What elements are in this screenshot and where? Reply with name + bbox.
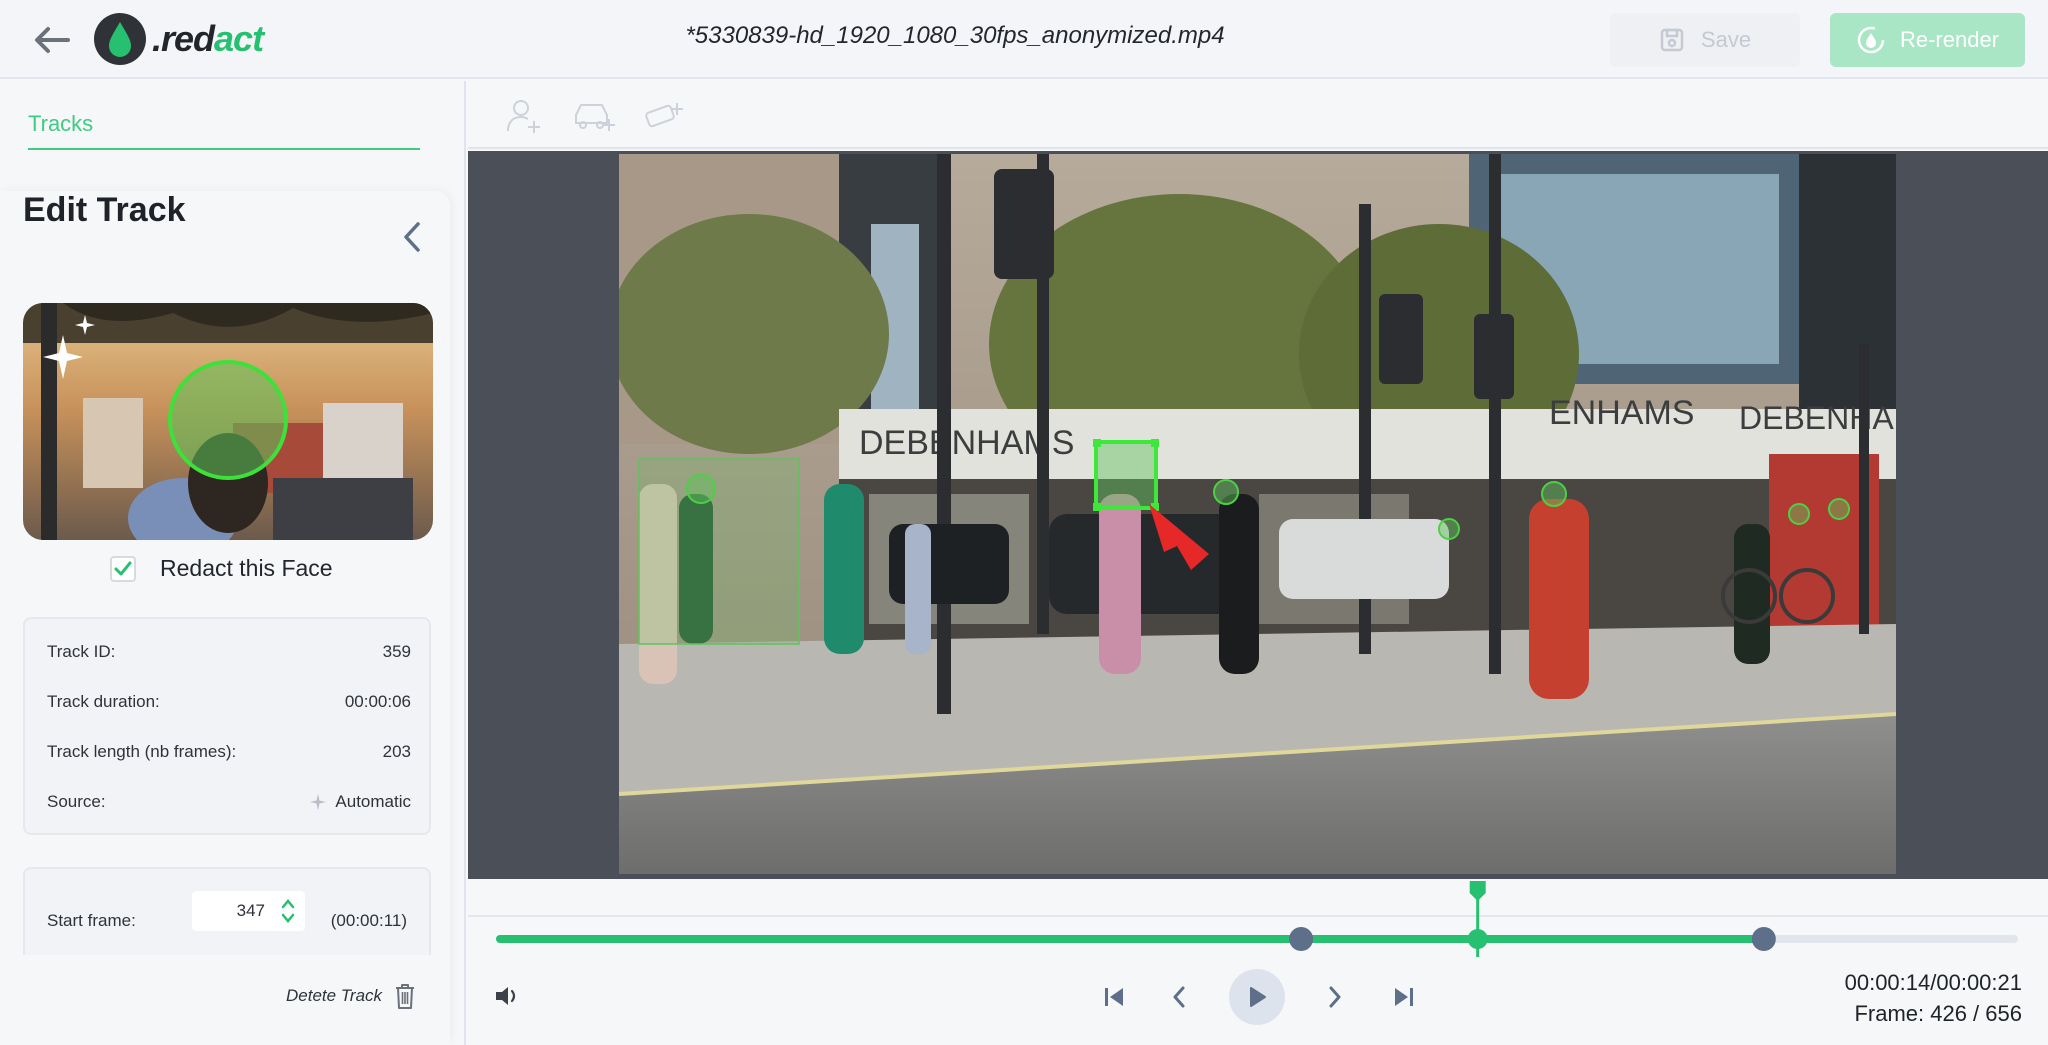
add-vehicle-button[interactable] — [570, 91, 618, 139]
back-button[interactable] — [28, 20, 76, 60]
save-button[interactable]: Save — [1610, 13, 1800, 67]
current-time: 00:00:14/00:00:21 — [1844, 970, 2022, 995]
annotation-toolbar — [468, 81, 2048, 149]
redact-checkbox[interactable] — [110, 555, 136, 582]
top-bar: .redact *5330839-hd_1920_1080_30fps_anon… — [0, 0, 2048, 79]
sign-text-3: DEBENHAM — [1739, 400, 1896, 436]
info-label: Track length (nb frames): — [47, 742, 237, 761]
info-label: Track ID: — [47, 642, 116, 661]
frame-counter: Frame: 426 / 656 — [1854, 1001, 2022, 1026]
track-info-card: Track ID: 359 Track duration: 00:00:06 T… — [23, 617, 431, 835]
add-plate-button[interactable] — [640, 91, 688, 139]
file-name: *5330839-hd_1920_1080_30fps_anonymized.m… — [685, 22, 1225, 49]
checkmark-icon — [114, 561, 132, 575]
info-value: 00:00:06 — [344, 692, 411, 711]
logo-drop-icon — [94, 13, 146, 65]
rerender-button[interactable]: Re-render — [1830, 13, 2025, 67]
floppy-disk-icon — [1660, 28, 1684, 52]
video-player: DEBENHAMS ENHAMS DEBENHAM — [468, 151, 2048, 879]
add-plate-icon — [645, 103, 683, 128]
skip-start-icon — [1105, 988, 1123, 1006]
tab-tracks[interactable]: Tracks — [28, 111, 93, 137]
video-frame[interactable]: DEBENHAMS ENHAMS DEBENHAM — [619, 154, 1896, 874]
track-end-handle[interactable] — [1751, 927, 1776, 951]
skip-to-start-button[interactable] — [1096, 979, 1132, 1015]
delete-track-button[interactable]: Detete Track — [286, 982, 416, 1010]
info-value: 359 — [382, 642, 411, 661]
playhead-knob[interactable] — [1467, 929, 1488, 949]
playback-controls: 00:00:14/00:00:21 Frame: 426 / 656 — [468, 879, 2048, 1045]
add-vehicle-icon — [575, 104, 615, 131]
previous-frame-button[interactable] — [1161, 979, 1197, 1015]
info-value: Automatic — [335, 792, 411, 811]
collapse-panel-button[interactable] — [398, 219, 426, 255]
chevron-left-icon — [404, 222, 420, 252]
rerender-label: Re-render — [1899, 27, 2000, 52]
chevron-left-icon — [1173, 986, 1185, 1008]
start-frame-label: Start frame: — [47, 911, 136, 930]
redact-face-row[interactable]: Redact this Face — [110, 555, 333, 582]
volume-button[interactable] — [492, 981, 522, 1011]
play-button[interactable] — [1229, 969, 1285, 1025]
info-row-duration: Track duration: 00:00:06 — [47, 692, 411, 712]
arrow-left-icon — [35, 27, 70, 53]
next-frame-button[interactable] — [1317, 979, 1353, 1015]
info-label: Source: — [47, 792, 106, 811]
skip-to-end-button[interactable] — [1386, 979, 1422, 1015]
track-start-handle[interactable] — [1289, 927, 1314, 951]
info-row-length: Track length (nb frames): 203 — [47, 742, 411, 762]
start-frame-time: (00:00:11) — [330, 911, 407, 930]
add-person-button[interactable] — [500, 91, 548, 139]
edit-track-title: Edit Track — [23, 191, 186, 229]
sign-text-2: ENHAMS — [1549, 394, 1694, 432]
save-label: Save — [1700, 27, 1752, 52]
timeline-progress-fill — [496, 935, 1764, 943]
info-value: 203 — [382, 742, 411, 761]
tab-underline — [28, 148, 420, 150]
info-row-track-id: Track ID: 359 — [47, 642, 411, 662]
app-logo: .redact — [94, 12, 264, 66]
add-person-icon — [507, 100, 540, 133]
start-frame-input[interactable]: 347 — [192, 891, 305, 931]
delete-track-label: Detete Track — [286, 986, 383, 1005]
playhead-marker-icon[interactable] — [1469, 881, 1486, 901]
skip-end-icon — [1395, 988, 1413, 1006]
info-row-source: Source: Automatic — [47, 792, 411, 812]
logo-wordmark: .redact — [152, 18, 264, 59]
redact-face-label: Redact this Face — [160, 555, 333, 581]
track-thumbnail — [23, 303, 433, 540]
time-readout: 00:00:14/00:00:21 Frame: 426 / 656 — [1845, 967, 2022, 1029]
render-drop-icon — [1857, 26, 1885, 54]
sparkle-icon — [310, 794, 327, 810]
timeline-scrubber[interactable] — [468, 879, 2048, 959]
play-icon — [1250, 987, 1266, 1007]
volume-icon — [496, 987, 516, 1005]
trash-icon — [396, 984, 415, 1009]
chevron-right-icon — [1329, 986, 1341, 1008]
sidebar: Tracks Edit Track Redact this Face Track… — [0, 81, 466, 1045]
info-label: Track duration: — [47, 692, 160, 711]
stepper-arrows-icon[interactable] — [281, 897, 295, 925]
start-frame-value: 347 — [236, 901, 265, 920]
